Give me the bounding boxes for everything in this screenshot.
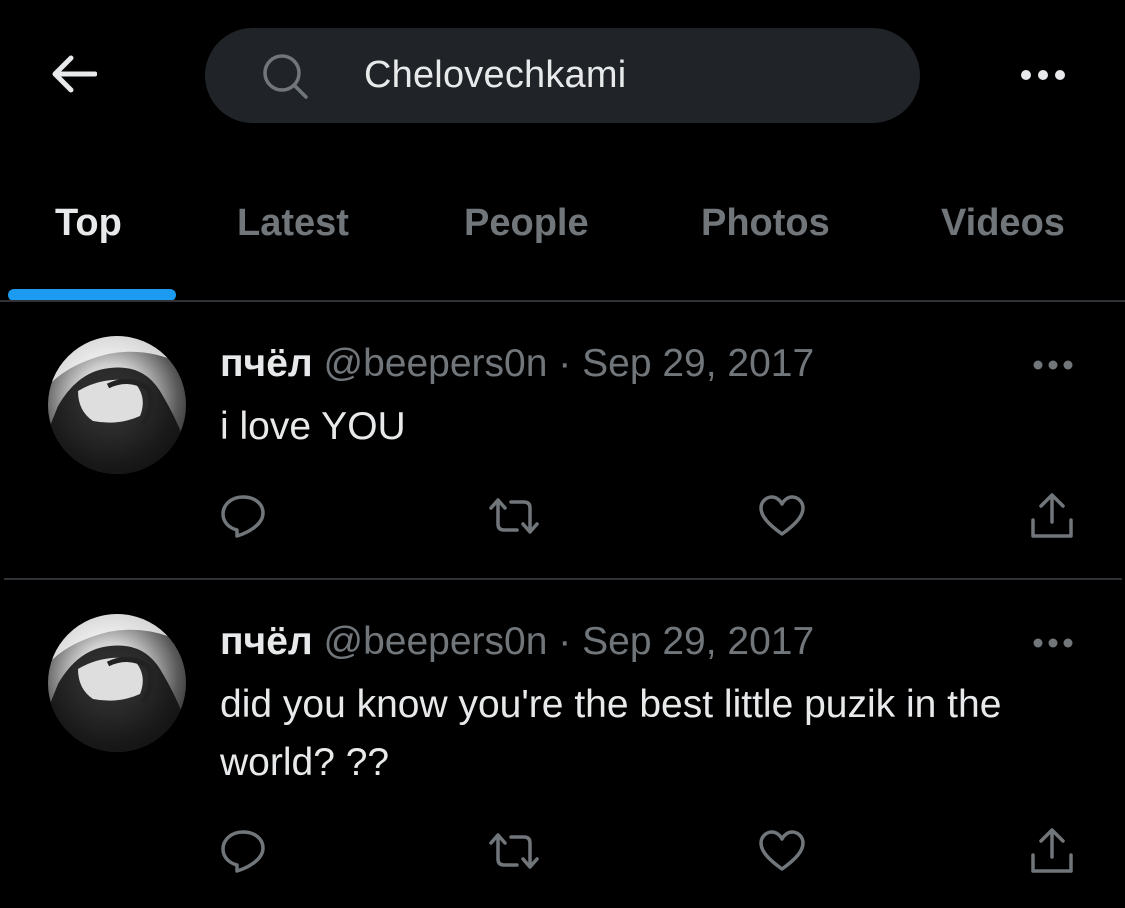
tab-people[interactable]: People <box>464 202 589 245</box>
reply-button[interactable] <box>213 486 273 546</box>
reply-icon <box>221 830 265 873</box>
tweet-more-button[interactable] <box>1026 350 1080 380</box>
more-horizontal-icon <box>1021 70 1065 80</box>
tweet-more-button[interactable] <box>1026 628 1080 658</box>
tab-photos[interactable]: Photos <box>701 202 830 245</box>
like-button[interactable] <box>752 486 812 546</box>
author-name[interactable]: пчёл <box>220 342 313 385</box>
like-button[interactable] <box>752 821 812 881</box>
more-horizontal-icon <box>1033 360 1073 370</box>
reply-icon <box>221 495 265 538</box>
like-icon <box>759 495 805 536</box>
author-handle[interactable]: @beepers0n <box>324 342 548 385</box>
share-icon <box>1031 493 1073 538</box>
arrow-left-icon <box>52 55 97 93</box>
tweet-text: i love YOU <box>220 405 406 448</box>
retweet-button[interactable] <box>484 821 544 881</box>
retweet-button[interactable] <box>484 486 544 546</box>
tweet[interactable]: пчёл @beepers0n · Sep 29, 2017 did you k… <box>0 580 1125 908</box>
tweet-text-line: world? ?? <box>220 741 390 784</box>
tweet-header: пчёл @beepers0n · Sep 29, 2017 <box>220 340 814 388</box>
tweet-date[interactable]: Sep 29, 2017 <box>582 342 814 385</box>
author-handle[interactable]: @beepers0n <box>324 620 548 663</box>
tweet[interactable]: пчёл @beepers0n · Sep 29, 2017 i love YO… <box>0 302 1125 579</box>
back-button[interactable] <box>48 50 100 98</box>
retweet-icon <box>489 833 539 869</box>
meta-separator: · <box>558 620 572 663</box>
search-input[interactable]: Chelovechkami <box>364 52 626 98</box>
share-button[interactable] <box>1022 486 1082 546</box>
avatar-image <box>48 614 186 752</box>
tab-latest[interactable]: Latest <box>237 202 349 245</box>
tweet-text-line: did you know you're the best little puzi… <box>220 683 1002 726</box>
search-icon <box>263 54 308 99</box>
more-options-button[interactable] <box>1016 60 1070 90</box>
tweet-text: did you know you're the best little puzi… <box>220 676 1090 792</box>
author-name[interactable]: пчёл <box>220 620 313 663</box>
tab-top[interactable]: Top <box>55 202 122 245</box>
more-horizontal-icon <box>1033 638 1073 648</box>
like-icon <box>759 830 805 871</box>
top-header: Chelovechkami <box>0 0 1125 150</box>
tweet-header: пчёл @beepers0n · Sep 29, 2017 <box>220 618 814 666</box>
reply-button[interactable] <box>213 821 273 881</box>
avatar[interactable] <box>48 336 186 474</box>
tweet-date[interactable]: Sep 29, 2017 <box>582 620 814 663</box>
tab-videos[interactable]: Videos <box>941 202 1065 245</box>
meta-separator: · <box>558 342 572 385</box>
search-tabs: Top Latest People Photos Videos <box>0 180 1125 301</box>
share-icon <box>1031 828 1073 873</box>
retweet-icon <box>489 498 539 534</box>
avatar-image <box>48 336 186 474</box>
avatar[interactable] <box>48 614 186 752</box>
share-button[interactable] <box>1022 821 1082 881</box>
